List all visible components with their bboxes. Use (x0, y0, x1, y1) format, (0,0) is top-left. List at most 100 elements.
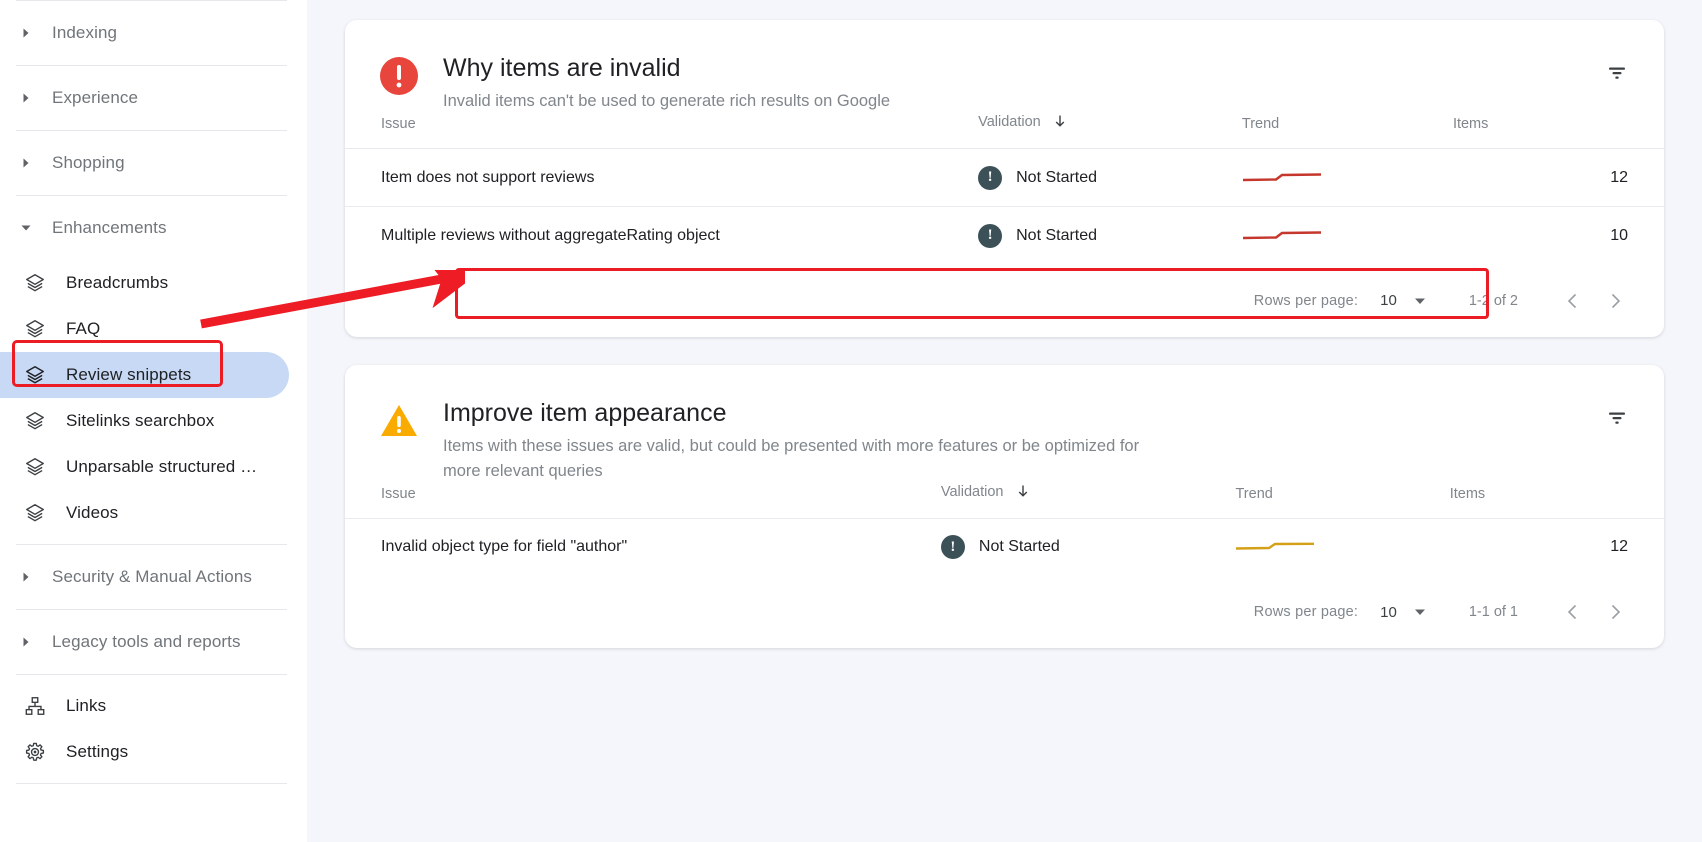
trend-sparkline (1236, 542, 1315, 550)
sidebar-group-experience[interactable]: Experience (0, 66, 307, 130)
chevron-right-icon (18, 25, 34, 41)
rows-per-page-label: Rows per page: (1253, 604, 1359, 620)
cell-validation: ! Not Started (978, 206, 1242, 265)
sidebar-navigation: Indexing Experience Shopping Enhancement… (0, 0, 307, 842)
search-console-app: Indexing Experience Shopping Enhancement… (0, 0, 1702, 842)
sidebar-group-enhancements[interactable]: Enhancements (0, 196, 307, 260)
layers-icon (22, 362, 48, 388)
cell-trend (1241, 148, 1453, 207)
column-header-trend[interactable]: Trend (1242, 114, 1453, 149)
status-badge: ! (978, 165, 1003, 190)
table-head: Issue Validation Trend Items (345, 484, 1664, 519)
sidebar-item-unparsable-structured-data[interactable]: Unparsable structured … (0, 444, 289, 490)
chevron-left-icon[interactable] (1552, 280, 1594, 322)
trend-sparkline (1242, 231, 1321, 239)
column-header-trend[interactable]: Trend (1235, 484, 1449, 519)
chevron-down-icon[interactable] (1413, 605, 1427, 619)
card-header-text: Why items are invalid Invalid items can'… (443, 52, 890, 114)
sidebar-item-label: Unparsable structured … (66, 457, 258, 476)
sidebar-item-review-snippets[interactable]: Review snippets (0, 352, 289, 398)
exclamation-glyph: ! (987, 169, 993, 185)
table-row[interactable]: Item does not support reviews ! Not Star… (345, 148, 1664, 207)
cell-validation-label: Not Started (978, 538, 1060, 556)
sidebar-item-faq[interactable]: FAQ (0, 306, 289, 352)
sidebar-item-sitelinks-searchbox[interactable]: Sitelinks searchbox (0, 398, 289, 444)
column-header-issue[interactable]: Issue (345, 114, 978, 149)
card-header: Why items are invalid Invalid items can'… (345, 20, 1664, 114)
table-body: Invalid object type for field "author" !… (345, 517, 1664, 576)
sidebar-group-security-manual-actions[interactable]: Security & Manual Actions (0, 545, 307, 609)
issues-table: Issue Validation Trend Items Invalid obj… (345, 484, 1664, 576)
chevron-down-icon[interactable] (1413, 294, 1427, 308)
cell-issue: Multiple reviews without aggregateRating… (345, 206, 979, 265)
sidebar-item-settings[interactable]: Settings (0, 729, 289, 775)
layers-icon (22, 270, 48, 296)
column-header-items[interactable]: Items (1453, 114, 1664, 149)
cell-issue: Invalid object type for field "author" (345, 517, 941, 576)
sidebar-item-label: Sitelinks searchbox (66, 411, 215, 430)
chevron-right-icon (18, 90, 34, 106)
status-badge: ! (978, 223, 1003, 248)
cell-validation-label: Not Started (1016, 226, 1098, 244)
table-header-row: Issue Validation Trend Items (345, 114, 1664, 149)
column-header-validation[interactable]: Validation (978, 114, 1242, 149)
card-title: Improve item appearance (443, 398, 727, 427)
column-header-items[interactable]: Items (1450, 484, 1664, 519)
sitemap-icon (22, 693, 48, 719)
pagination-range: 1-1 of 1 (1468, 604, 1518, 620)
sidebar-group-shopping[interactable]: Shopping (0, 131, 307, 195)
arrow-down-icon (1016, 484, 1030, 502)
cell-trend (1241, 206, 1453, 265)
table-row-multiple-reviews[interactable]: Multiple reviews without aggregateRating… (345, 206, 1664, 265)
sidebar-item-label: Settings (66, 742, 129, 761)
sidebar-item-label: Review snippets (66, 365, 192, 384)
exclamation-glyph: ! (950, 538, 956, 555)
layers-icon (22, 454, 48, 480)
sidebar-group-indexing[interactable]: Indexing (0, 1, 307, 65)
chevron-right-icon[interactable] (1594, 591, 1636, 633)
sidebar-item-label: Videos (66, 503, 119, 522)
cell-items: 10 (1452, 206, 1664, 265)
sidebar-item-videos[interactable]: Videos (0, 490, 289, 536)
filter-list-icon[interactable] (1596, 52, 1638, 94)
layers-icon (22, 500, 48, 526)
chevron-right-icon[interactable] (1594, 280, 1636, 322)
column-header-validation[interactable]: Validation (941, 484, 1236, 519)
sidebar-item-label: FAQ (66, 319, 101, 338)
error-circle-icon (379, 56, 419, 96)
pagination-controls: Rows per page: 10 1-2 of 2 (345, 265, 1664, 337)
rows-per-page-label: Rows per page: (1253, 292, 1359, 309)
sidebar-item-label: Breadcrumbs (66, 273, 169, 292)
gear-icon (22, 739, 48, 765)
chevron-right-icon (18, 569, 34, 585)
rows-per-page-value[interactable]: 10 (1380, 604, 1397, 621)
layers-icon (22, 316, 48, 342)
trend-sparkline (1242, 172, 1321, 181)
table-row[interactable]: Invalid object type for field "author" !… (345, 517, 1664, 576)
sidebar-item-label: Links (66, 696, 107, 715)
filter-list-icon[interactable] (1596, 397, 1638, 439)
warning-triangle-icon (379, 401, 419, 441)
main-content: Why items are invalid Invalid items can'… (307, 0, 1702, 842)
chevron-right-icon (18, 155, 34, 171)
rows-per-page-value[interactable]: 10 (1380, 292, 1397, 309)
table-body: Item does not support reviews ! Not Star… (345, 148, 1664, 265)
column-header-validation-label: Validation (978, 114, 1041, 130)
sidebar-item-links[interactable]: Links (0, 683, 289, 729)
sidebar-group-label: Shopping (52, 153, 125, 172)
chevron-down-icon (18, 220, 34, 236)
sidebar-item-breadcrumbs[interactable]: Breadcrumbs (0, 260, 289, 306)
sidebar-group-legacy-tools[interactable]: Legacy tools and reports (0, 610, 307, 674)
card-subtitle: Items with these issues are valid, but c… (443, 436, 1140, 480)
sidebar-group-label: Legacy tools and reports (52, 632, 241, 651)
card-improve-item-appearance: Improve item appearance Items with these… (345, 364, 1664, 648)
exclamation-glyph: ! (987, 227, 993, 244)
chevron-left-icon[interactable] (1552, 591, 1594, 633)
sidebar-group-label: Enhancements (52, 218, 167, 237)
cell-validation: ! Not Started (978, 148, 1242, 207)
column-header-issue[interactable]: Issue (345, 484, 941, 519)
card-why-items-are-invalid: Why items are invalid Invalid items can'… (345, 20, 1664, 337)
sidebar-group-label: Indexing (52, 23, 118, 42)
